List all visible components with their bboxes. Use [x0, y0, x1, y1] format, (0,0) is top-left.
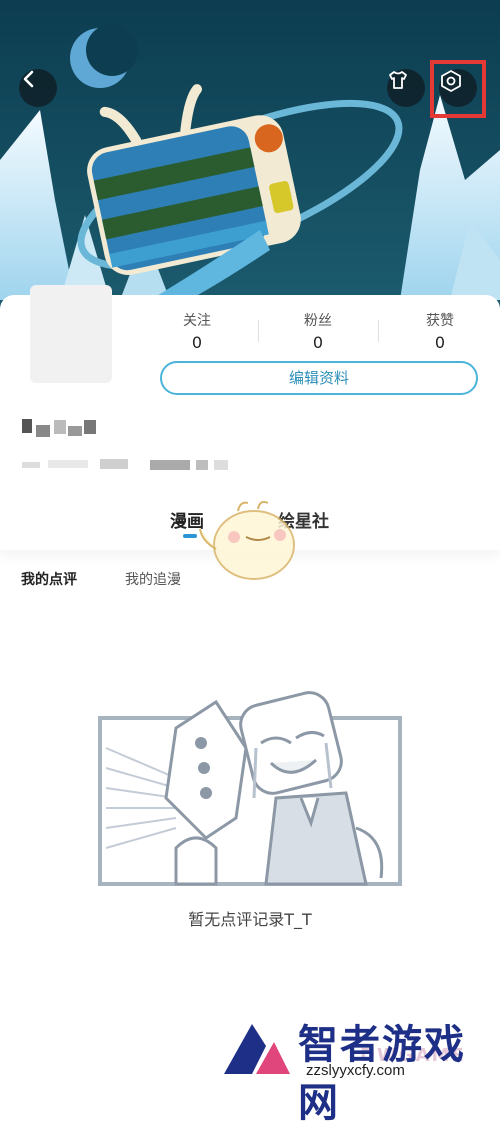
- empty-state-illustration: [98, 691, 402, 886]
- watermark-logo-icon: [224, 1024, 290, 1074]
- stat-label: 关注: [183, 313, 211, 329]
- watermark-url: zzslyyxcfy.com: [306, 1062, 405, 1079]
- avatar[interactable]: [30, 285, 112, 383]
- stat-followers[interactable]: 粉丝 0: [273, 312, 363, 354]
- mascot-sticker-icon: [199, 500, 295, 580]
- edit-profile-button[interactable]: 编辑资料: [160, 361, 478, 395]
- subtab-my-reviews[interactable]: 我的点评: [21, 569, 77, 589]
- stat-likes[interactable]: 获赞 0: [395, 312, 485, 354]
- stat-value: 0: [434, 333, 446, 352]
- settings-highlight-box: [430, 60, 486, 118]
- stat-value: 0: [312, 333, 324, 352]
- back-button[interactable]: [19, 69, 57, 107]
- stat-value: 0: [191, 333, 203, 352]
- tshirt-icon: [389, 71, 407, 89]
- divider: [258, 320, 259, 342]
- subtab-my-follows[interactable]: 我的追漫: [125, 569, 181, 589]
- skin-button[interactable]: [387, 69, 425, 107]
- divider: [378, 320, 379, 342]
- profile-banner: [0, 0, 500, 330]
- stat-label: 粉丝: [304, 313, 332, 329]
- active-tab-indicator: [183, 534, 197, 538]
- empty-state-message: 暂无点评记录T_T: [188, 910, 312, 929]
- stat-label: 获赞: [426, 313, 454, 329]
- chevron-left-icon: [23, 70, 34, 88]
- banner-illustration: [0, 0, 500, 330]
- stat-following[interactable]: 关注 0: [152, 312, 242, 354]
